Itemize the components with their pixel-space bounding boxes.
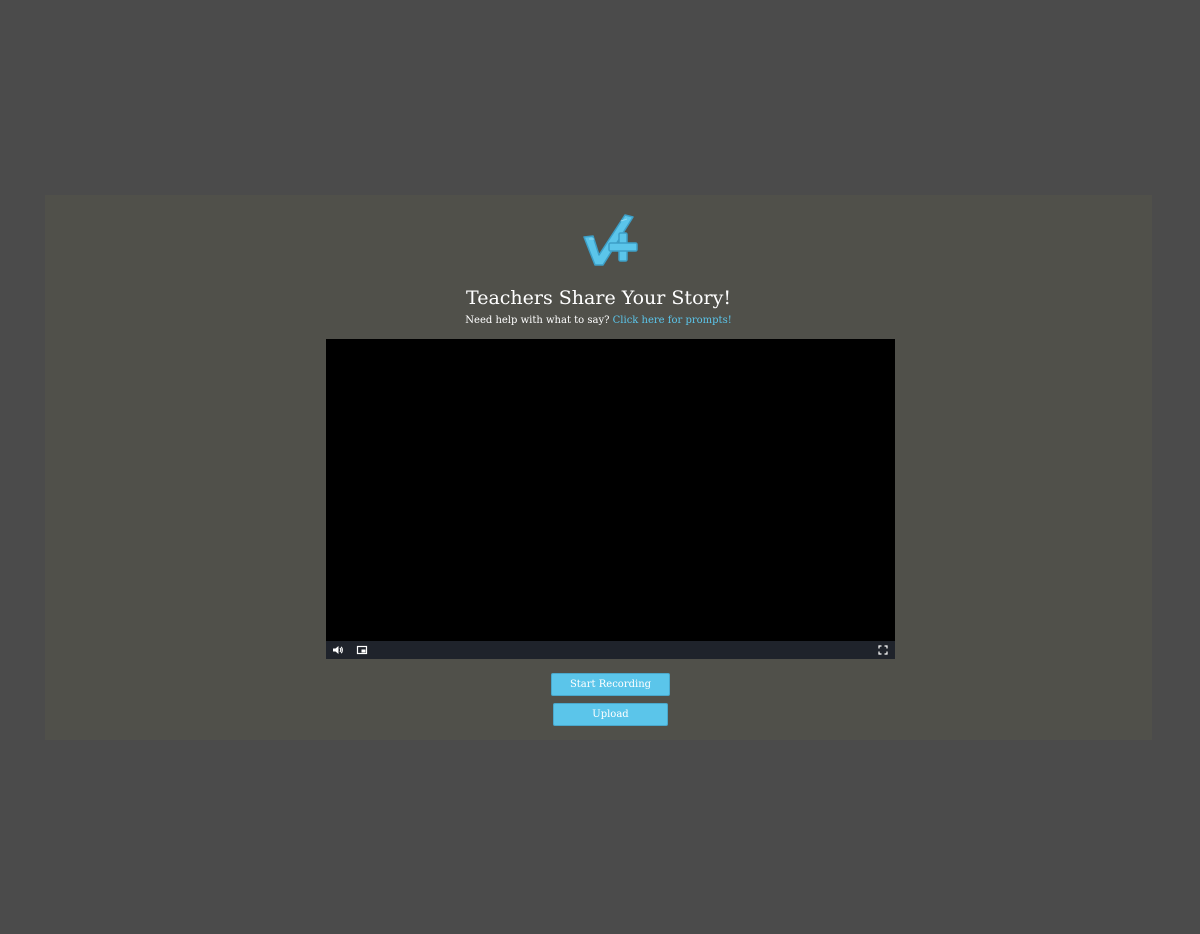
checkmark-plus-logo-icon (581, 211, 641, 269)
picture-in-picture-icon[interactable] (356, 644, 368, 656)
share-story-modal: Teachers Share Your Story! Need help wit… (45, 195, 1152, 740)
prompts-link[interactable]: Click here for prompts! (613, 315, 732, 326)
fullscreen-icon[interactable] (877, 644, 889, 656)
help-question: Need help with what to say? (465, 315, 610, 326)
volume-icon[interactable] (332, 644, 344, 656)
upload-button[interactable]: Upload (553, 703, 668, 726)
video-player[interactable] (326, 339, 895, 659)
help-text: Need help with what to say? Click here f… (45, 314, 1152, 328)
page-title: Teachers Share Your Story! (466, 287, 731, 309)
video-controls-bar (326, 641, 895, 659)
start-recording-button[interactable]: Start Recording (551, 673, 670, 696)
